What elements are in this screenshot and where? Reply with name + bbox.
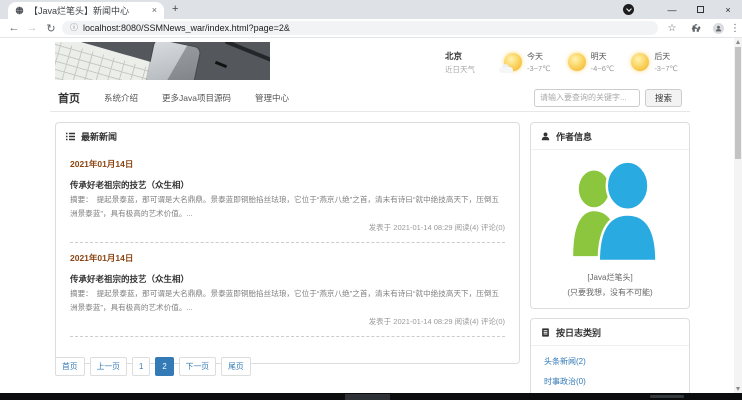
tab-title: 【Java烂笔头】新闻中心 — [29, 4, 147, 17]
web-page: 北京 近日天气 今天 -3~7℃ 明天 -4~6℃ 后天 -3~7℃ — [0, 38, 734, 393]
header-banner-image — [55, 42, 270, 80]
nav-item-home[interactable]: 首页 — [58, 90, 80, 106]
news-heading-label: 最新新闻 — [81, 130, 117, 143]
dashed-divider — [70, 336, 505, 337]
category-list: 头条新闻(2) 时事政治(0) 通知公告(0) — [531, 346, 689, 393]
scrollbar-thumb[interactable] — [735, 47, 741, 159]
pen-graphic — [225, 42, 270, 66]
news-item: 2021年01月14日 传承好老祖宗的技艺（众生相） 摘要： 提起景泰蓝，那可谓… — [56, 149, 519, 235]
two-people-avatar-icon — [562, 160, 658, 261]
pagination-last[interactable]: 尾页 — [221, 357, 251, 376]
windows-taskbar[interactable] — [0, 393, 742, 400]
weather-day-after: 后天 -3~7℃ — [631, 51, 678, 73]
main-navbar: 首页 系统介绍 更多Java项目源码 管理中心 搜索 — [50, 84, 690, 112]
scroll-down-icon[interactable] — [734, 385, 742, 393]
author-name: [Java烂笔头] — [531, 272, 689, 283]
sidebar: 作者信息 [Java烂笔头] (只要我想，没有不可能) — [530, 122, 690, 393]
author-info-panel: 作者信息 [Java烂笔头] (只要我想，没有不可能) — [530, 122, 690, 309]
news-date: 2021年01月14日 — [70, 252, 505, 264]
latest-news-panel: 最新新闻 2021年01月14日 传承好老祖宗的技艺（众生相） 摘要： 提起景泰… — [55, 122, 520, 364]
reload-icon[interactable]: ↻ — [43, 19, 59, 37]
back-icon[interactable]: ← — [6, 19, 22, 37]
weather-day-today: 今天 -3~7℃ — [504, 51, 551, 73]
author-motto: (只要我想，没有不可能) — [531, 287, 689, 298]
close-button[interactable]: × — [714, 5, 742, 15]
sun-cloud-icon — [504, 53, 522, 71]
sun-icon — [568, 53, 586, 71]
browser-tab[interactable]: 【Java烂笔头】新闻中心 × — [8, 2, 164, 19]
pagination-prev[interactable]: 上一页 — [90, 357, 127, 376]
pen-tip-graphic — [215, 61, 227, 68]
person-icon — [541, 132, 550, 141]
weather-day-temp: -3~7℃ — [654, 64, 678, 73]
weather-day-label: 后天 — [654, 51, 678, 62]
browser-window: 【Java烂笔头】新闻中心 × + — × ← → ↻ ⓘ localhost:… — [0, 0, 742, 400]
weather-day-label: 今天 — [527, 51, 551, 62]
categories-panel-heading: 按日志类别 — [531, 319, 689, 346]
news-date: 2021年01月14日 — [70, 158, 505, 170]
news-title-link[interactable]: 传承好老祖宗的技艺（众生相） — [70, 179, 505, 191]
forward-icon[interactable]: → — [24, 19, 40, 37]
news-meta: 发表于 2021-01-14 08:29 阅读(4) 评论(0) — [70, 222, 505, 233]
address-bar[interactable]: ⓘ localhost:8080/SSMNews_war/index.html?… — [62, 21, 658, 35]
author-panel-heading: 作者信息 — [531, 123, 689, 150]
url-text: localhost:8080/SSMNews_war/index.html?pa… — [83, 23, 290, 33]
search-input[interactable] — [534, 89, 640, 107]
taskbar-clock-area — [650, 395, 684, 398]
notebook-icon — [541, 328, 550, 337]
site-info-icon[interactable]: ⓘ — [70, 24, 78, 32]
browser-toolbar: ← → ↻ ⓘ localhost:8080/SSMNews_war/index… — [0, 19, 742, 38]
menu-dots-icon[interactable]: ⋮ — [730, 19, 740, 37]
tab-close-icon[interactable]: × — [152, 6, 157, 15]
taskbar-app-icon — [345, 394, 390, 400]
list-icon — [66, 132, 75, 141]
maximize-button[interactable] — [686, 5, 714, 15]
maximize-icon — [697, 6, 704, 13]
pagination-next[interactable]: 下一页 — [179, 357, 216, 376]
page-scrollbar[interactable] — [734, 38, 742, 393]
browser-update-icon[interactable] — [623, 4, 634, 15]
nav-item-more-java-source[interactable]: 更多Java项目源码 — [162, 92, 231, 104]
weather-note: 近日天气 — [445, 64, 487, 75]
phone-graphic — [143, 42, 200, 80]
news-title-link[interactable]: 传承好老祖宗的技艺（众生相） — [70, 273, 505, 285]
pagination-first[interactable]: 首页 — [55, 357, 85, 376]
category-link-headline-news[interactable]: 头条新闻(2) — [531, 351, 689, 371]
weather-day-temp: -3~7℃ — [527, 64, 551, 73]
news-panel-heading: 最新新闻 — [56, 123, 519, 149]
search-box: 搜索 — [534, 89, 682, 107]
weather-day-label: 明天 — [591, 51, 615, 62]
categories-heading-label: 按日志类别 — [556, 326, 601, 339]
extensions-puzzle-icon[interactable] — [688, 19, 704, 37]
pagination-page-1[interactable]: 1 — [132, 357, 150, 376]
minimize-button[interactable]: — — [658, 5, 686, 15]
author-body: [Java烂笔头] (只要我想，没有不可能) — [531, 150, 689, 308]
bookmark-star-icon[interactable]: ☆ — [664, 19, 680, 37]
search-button[interactable]: 搜索 — [645, 89, 682, 107]
nav-item-admin-center[interactable]: 管理中心 — [255, 92, 289, 104]
favicon-globe-icon — [15, 6, 24, 15]
news-summary: 摘要： 提起景泰蓝，那可谓是大名鼎鼎。景泰蓝即铜胎掐丝珐琅，它位于“燕京八绝”之… — [70, 193, 505, 221]
weather-city: 北京 — [445, 50, 487, 62]
category-link-politics[interactable]: 时事政治(0) — [531, 371, 689, 391]
window-controls: — × — [658, 0, 742, 19]
news-item: 2021年01月14日 传承好老祖宗的技艺（众生相） 摘要： 提起景泰蓝，那可谓… — [56, 243, 519, 329]
new-tab-button[interactable]: + — [172, 3, 178, 15]
chevron-down-icon — [626, 6, 632, 12]
news-meta: 发表于 2021-01-14 08:29 阅读(4) 评论(0) — [70, 316, 505, 327]
weather-day-temp: -4~6℃ — [591, 64, 615, 73]
profile-avatar-icon[interactable] — [710, 19, 726, 37]
pagination: 首页 上一页 1 2 下一页 尾页 — [55, 357, 251, 376]
categories-panel: 按日志类别 头条新闻(2) 时事政治(0) 通知公告(0) — [530, 318, 690, 393]
pagination-page-2-active[interactable]: 2 — [155, 357, 173, 376]
weather-widget: 北京 近日天气 今天 -3~7℃ 明天 -4~6℃ 后天 -3~7℃ — [445, 45, 691, 79]
nav-item-system-intro[interactable]: 系统介绍 — [104, 92, 138, 104]
news-summary: 摘要： 提起景泰蓝，那可谓是大名鼎鼎。景泰蓝即铜胎掐丝珐琅，它位于“燕京八绝”之… — [70, 287, 505, 315]
browser-titlebar: 【Java烂笔头】新闻中心 × + — × — [0, 0, 742, 19]
sun-icon — [631, 53, 649, 71]
author-heading-label: 作者信息 — [556, 130, 592, 143]
scroll-up-icon[interactable] — [734, 38, 742, 46]
weather-day-tomorrow: 明天 -4~6℃ — [568, 51, 615, 73]
